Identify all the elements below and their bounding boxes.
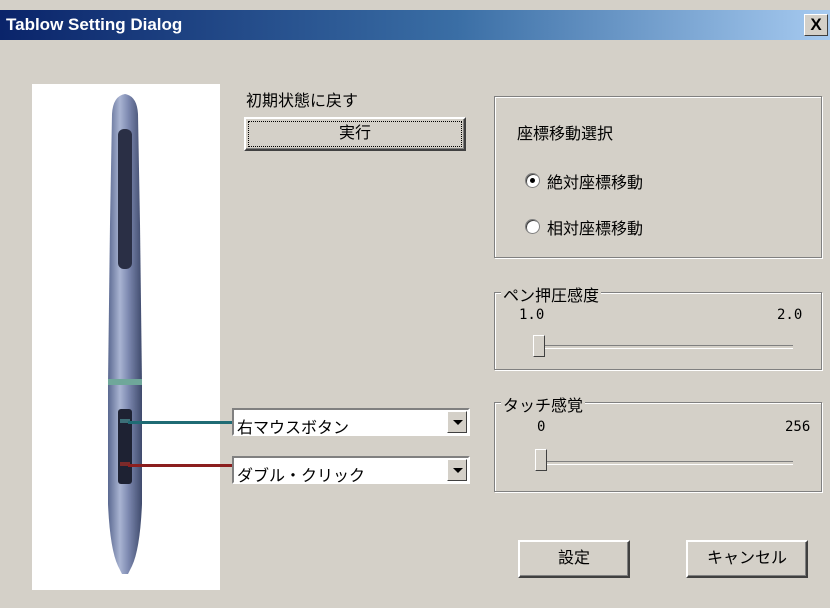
touch-group-title: タッチ感覚 [501,392,586,416]
pen-icon [108,94,142,574]
execute-button[interactable]: 実行 [244,117,466,151]
pressure-max-label: 2.0 [777,307,803,323]
pen-illustration-panel [32,84,220,590]
relative-radio-label[interactable]: 相対座標移動 [547,215,643,239]
touch-slider-track [537,461,793,465]
window-title: Tablow Setting Dialog [6,15,183,34]
absolute-radio[interactable] [525,173,540,188]
upper-button-select[interactable]: 右マウスボタン [232,408,470,437]
upper-button-connector [128,421,232,424]
absolute-radio-label[interactable]: 絶対座標移動 [547,169,643,193]
upper-button-value: 右マウスボタン [237,418,350,437]
reset-label: 初期状態に戻す [246,91,359,110]
lower-button-select[interactable]: ダブル・クリック [232,456,470,485]
touch-max-label: 256 [785,419,811,435]
relative-radio[interactable] [525,219,540,234]
ok-button[interactable]: 設定 [518,540,630,578]
pressure-group: ペン押圧感度 1.0 2.0 [494,282,822,370]
touch-group: タッチ感覚 0 256 [494,392,822,492]
lower-button-value: ダブル・クリック [237,466,366,485]
coord-group-title: 座標移動選択 [517,124,614,143]
title-bar: Tablow Setting Dialog X [0,10,830,40]
coord-group: 座標移動選択 絶対座標移動 相対座標移動 [494,96,822,258]
pressure-group-title: ペン押圧感度 [501,282,602,306]
tablet-setting-dialog: Tablow Setting Dialog X 初期状態に戻す 実行 座標移動選… [0,0,830,608]
chevron-down-icon[interactable] [447,459,467,481]
cancel-button[interactable]: キャンセル [686,540,808,578]
pressure-min-label: 1.0 [519,307,545,323]
pressure-slider-thumb[interactable] [533,335,545,357]
touch-min-label: 0 [537,419,546,435]
chevron-down-icon[interactable] [447,411,467,433]
close-button[interactable]: X [804,14,828,36]
pressure-slider-track [535,345,793,349]
lower-button-connector [128,464,232,467]
touch-slider-thumb[interactable] [535,449,547,471]
